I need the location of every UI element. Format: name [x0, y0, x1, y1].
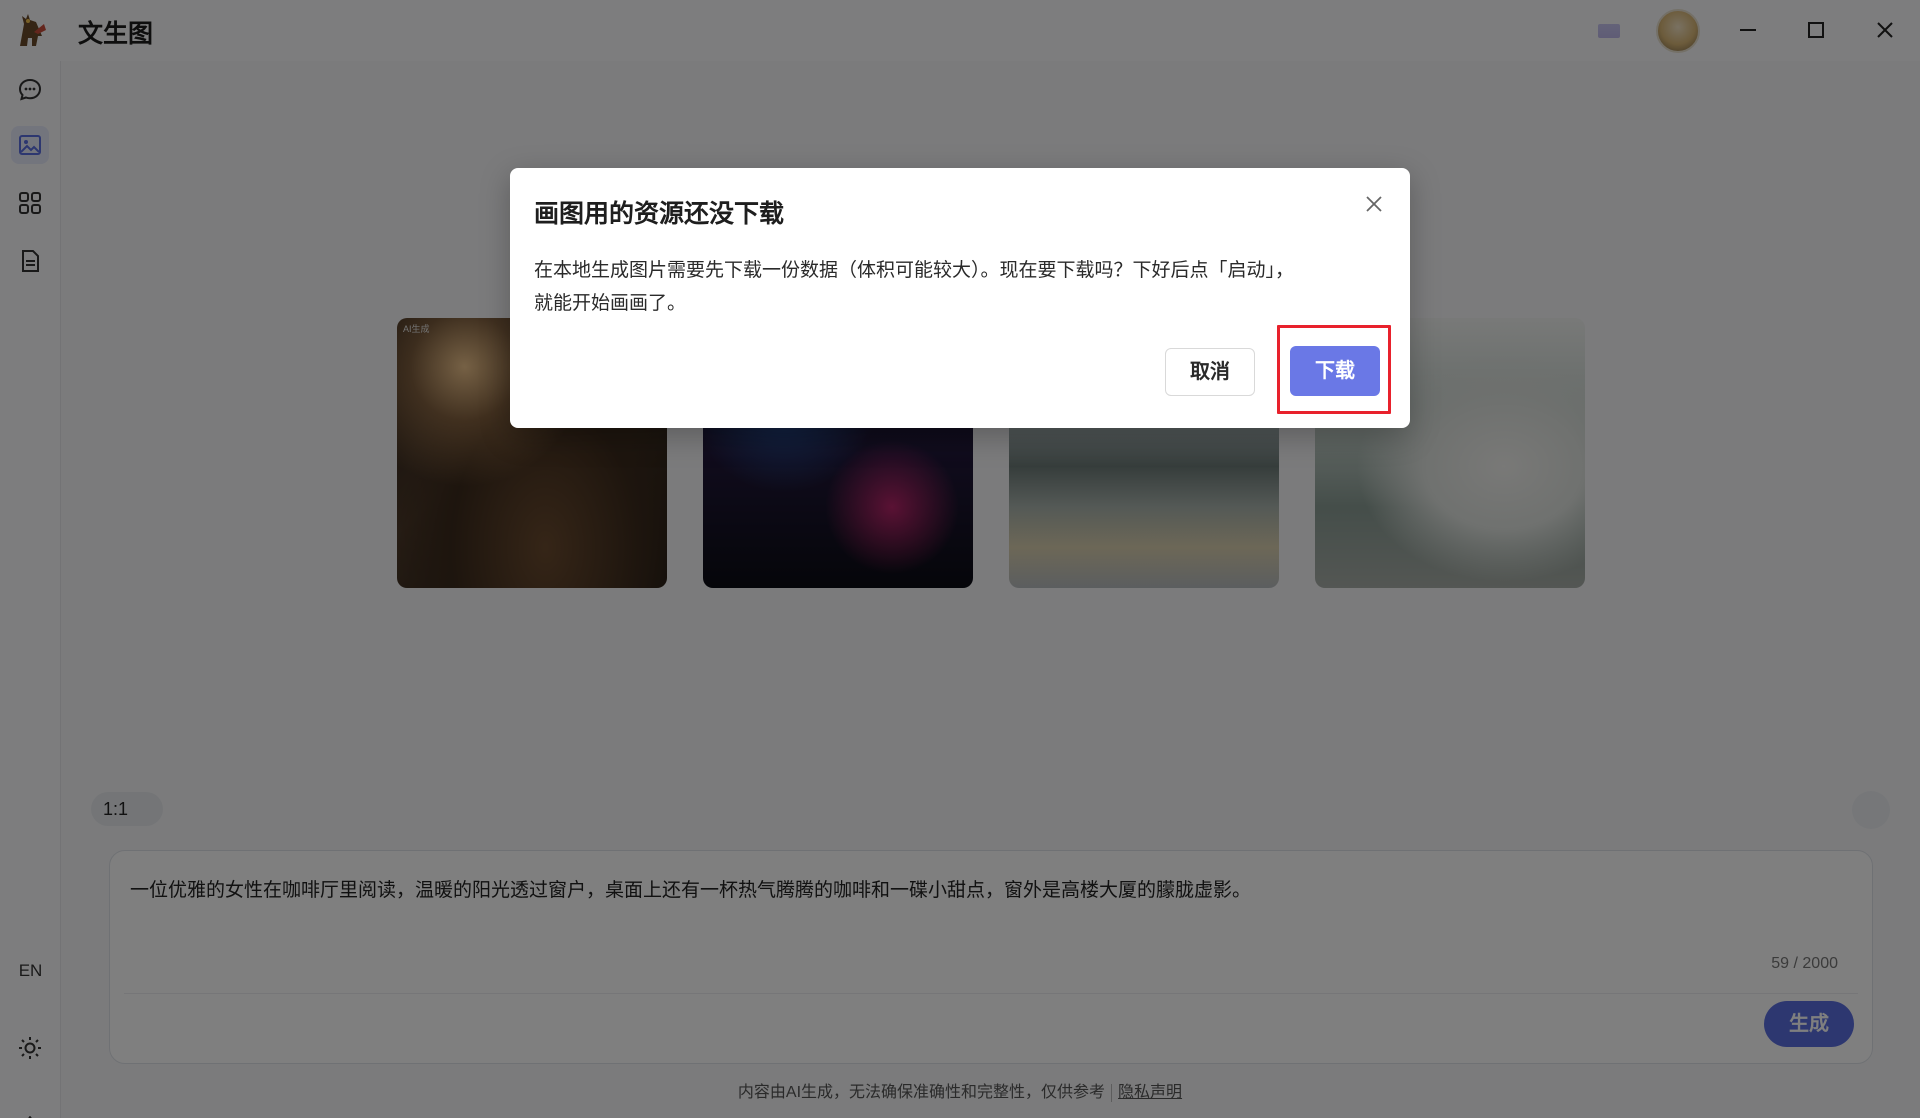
- close-icon: [1366, 196, 1382, 212]
- dialog-message-line: 就能开始画画了。: [534, 293, 687, 314]
- dialog-message-line: 在本地生成图片需要先下载一份数据（体积可能较大）。现在要下载吗？下好后点「启动」…: [534, 260, 1295, 281]
- cancel-button[interactable]: 取消: [1165, 348, 1255, 396]
- dialog-title: 画图用的资源还没下载: [534, 200, 785, 228]
- dialog-close-button[interactable]: [1360, 190, 1388, 218]
- download-button[interactable]: 下载: [1290, 346, 1380, 396]
- download-dialog: 画图用的资源还没下载 在本地生成图片需要先下载一份数据（体积可能较大）。现在要下…: [510, 168, 1410, 428]
- dialog-message: 在本地生成图片需要先下载一份数据（体积可能较大）。现在要下载吗？下好后点「启动」…: [534, 254, 1384, 320]
